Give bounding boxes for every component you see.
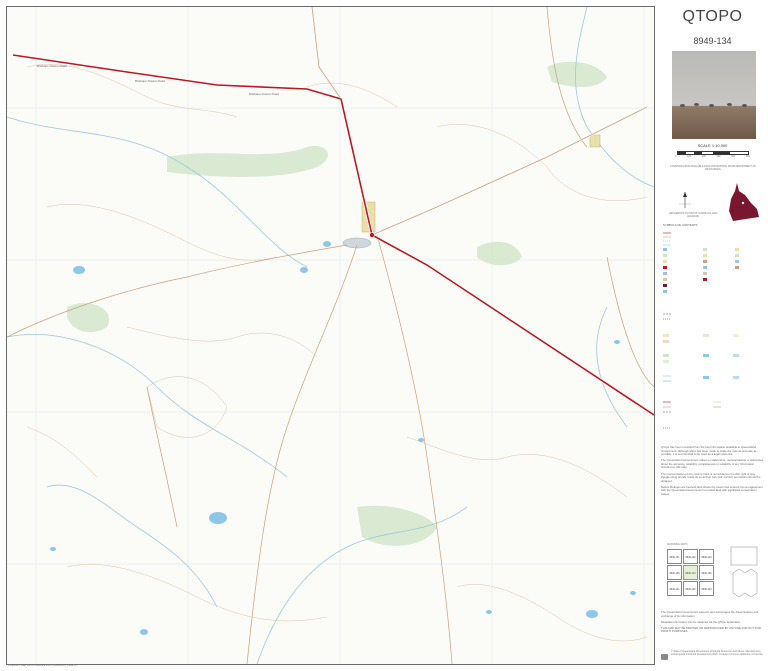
index-sheet[interactable]: 8949-133 (699, 549, 714, 564)
map-background (7, 7, 654, 664)
map-frame[interactable]: Brisbane Downs Road Brisbane Downs Road … (6, 6, 655, 665)
copyright-text: © State of Queensland (Department of Nat… (671, 650, 764, 656)
tree-silhouette (680, 104, 685, 107)
sheet-number: 8949-134 (693, 36, 732, 46)
map-title: QTOPO (682, 8, 743, 25)
folding-diagram-icon (727, 545, 761, 599)
north-arrow-icon (671, 190, 699, 210)
adjoining-maps-index: 8949-131 8949-132 8949-133 8949-135 8949… (667, 549, 715, 597)
disclaimer: QTopo has been compiled from the best in… (661, 445, 765, 499)
more-info-text: Metadata information can be obtained via… (661, 619, 741, 624)
road-label-1: Brisbane Downs Road (37, 64, 67, 68)
footer-block: The Queensland Government supports and e… (661, 610, 765, 636)
tree-silhouette (709, 104, 714, 107)
index-sheet[interactable]: 8949-132 (683, 549, 698, 564)
queensland-crest-icon (661, 654, 668, 660)
disclaimer-paragraph: The representation of any road or track … (661, 471, 761, 483)
index-sheet[interactable]: 8949-143 (699, 581, 714, 596)
road-label-3: Brisbane Downs Road (249, 92, 279, 96)
scale-ticks: 0 100 200 400 600 800 (675, 155, 750, 158)
scale-label: SCALE 1:10,000 (697, 143, 728, 148)
tree-silhouette (727, 103, 732, 106)
disclaimer-paragraph: QTopo has been compiled from the best in… (661, 445, 757, 457)
tree-silhouette (742, 104, 747, 107)
datum-text: GEOCENTRIC DATUM OF AUSTRALIA 2020 (GDA2… (668, 212, 718, 218)
index-sheet[interactable]: 8949-135 (667, 565, 682, 580)
landscape-photo (672, 51, 756, 139)
index-sheet[interactable]: 8949-141 (667, 581, 682, 596)
map-sheet: Brisbane Downs Road Brisbane Downs Road … (0, 0, 768, 671)
tree-silhouette (694, 103, 699, 106)
topographic-map[interactable]: Brisbane Downs Road Brisbane Downs Road … (7, 7, 654, 664)
feedback-text: The Queensland Government supports and e… (661, 610, 759, 618)
credits-text: COMPILED FROM AVAILABLE DATA AND MAPPING… (670, 165, 756, 171)
queensland-locality-map (727, 181, 761, 223)
index-sheet[interactable]: 8949-136 (699, 565, 714, 580)
road-label-2: Brisbane Downs Road (135, 79, 165, 83)
not-for-sale-text: THIS MAP MAY BE PRINTED OR REPRODUCED BY… (661, 625, 761, 634)
legend-title: SYMBOLS OF CONTENTS (663, 223, 698, 227)
index-sheet-current[interactable]: 8949-134 (683, 565, 698, 580)
index-title: ADJOINING MAPS (667, 543, 688, 546)
map-sidebar: QTOPO 8949-134 SCALE 1:10,000 0 100 200 … (657, 0, 768, 671)
town-marker-icon[interactable] (369, 232, 375, 238)
disclaimer-paragraph: The Queensland Government makes no state… (661, 458, 763, 470)
projection-note: Projection: Map Grid of Australia 2020 (… (8, 664, 77, 667)
disclaimer-paragraph: Nature Refuges are freehold land where t… (661, 484, 763, 497)
legend (663, 230, 763, 440)
index-sheet[interactable]: 8949-131 (667, 549, 682, 564)
index-sheet[interactable]: 8949-142 (683, 581, 698, 596)
